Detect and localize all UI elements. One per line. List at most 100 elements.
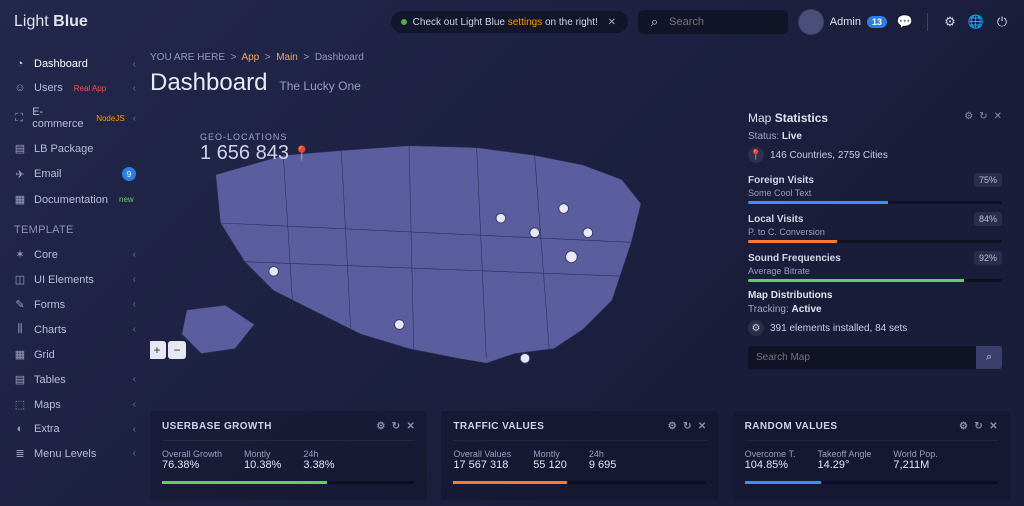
search-map-input[interactable] [748, 346, 976, 369]
sidebar-item-email[interactable]: ✈ Email 9 [0, 161, 150, 187]
gear-icon[interactable]: ⚙ [942, 14, 958, 30]
breadcrumb-main[interactable]: Main [276, 52, 298, 63]
sidebar-item-tables[interactable]: ▤ Tables ‹ [0, 367, 150, 392]
nav-icon: ◫ [14, 273, 26, 286]
sidebar-item-core[interactable]: ✶ Core ‹ [0, 242, 150, 267]
nav-icon: ◐ [14, 423, 26, 435]
user-name: Admin [830, 16, 861, 28]
map-stats-card: Map Statistics ⚙ ↻ ✕ Status: Live 📍 146 … [740, 107, 1010, 397]
gear-icon[interactable]: ⚙ [959, 421, 968, 432]
widget-random-values: RANDOM VALUES ⚙ ↻ ✕ Overcome T.104.85%Ta… [733, 411, 1010, 500]
search-map-button[interactable]: ⌕ [976, 346, 1002, 369]
sidebar-item-label: Dashboard [34, 58, 88, 70]
close-icon[interactable]: ✕ [407, 421, 416, 432]
sidebar-item-lb-package[interactable]: ▤ LB Package [0, 136, 150, 161]
sidebar-item-label: Documentation [34, 194, 108, 206]
brand-logo[interactable]: Light Blue [14, 13, 144, 31]
sidebar-item-documentation[interactable]: ▦ Documentation new [0, 187, 150, 212]
close-icon[interactable]: ✕ [989, 421, 998, 432]
sidebar-item-charts[interactable]: ⫼ Charts ‹ [0, 317, 150, 342]
sidebar-item-label: Email [34, 168, 62, 180]
refresh-icon[interactable]: ↻ [979, 111, 987, 122]
gear-icon[interactable]: ⚙ [668, 421, 677, 432]
page-title: Dashboard The Lucky One [150, 69, 1010, 97]
sidebar-item-grid[interactable]: ▦ Grid [0, 342, 150, 367]
geo-label: GEO-LOCATIONS [200, 132, 310, 142]
stat-label: Montly [244, 449, 281, 459]
stat-label: Overcome T. [745, 449, 796, 459]
sidebar-item-dashboard[interactable]: ◔ Dashboard ‹ [0, 52, 150, 76]
chevron-left-icon: ‹ [133, 274, 136, 285]
nav-icon: ▤ [14, 373, 26, 386]
stat-label: Montly [533, 449, 567, 459]
refresh-icon[interactable]: ↻ [392, 421, 401, 432]
chat-icon[interactable]: 💬 [897, 14, 913, 30]
sidebar-item-forms[interactable]: ✎ Forms ‹ [0, 292, 150, 317]
nav-icon: ☺ [14, 82, 26, 94]
chevron-left-icon: ‹ [133, 299, 136, 310]
zoom-in-button[interactable]: + [150, 341, 166, 359]
sidebar-item-maps[interactable]: ⬚ Maps ‹ [0, 392, 150, 417]
stat-label: World Pop. [893, 449, 937, 459]
sidebar-item-users[interactable]: ☺ Users Real App ‹ [0, 76, 150, 100]
globe-icon[interactable]: 🌐 [968, 14, 984, 30]
user-menu[interactable]: Admin 13 [798, 9, 887, 35]
close-icon[interactable]: ✕ [698, 421, 707, 432]
nav-icon: ⫼ [14, 323, 26, 336]
gear-icon[interactable]: ⚙ [376, 421, 385, 432]
widget-userbase-growth: USERBASE GROWTH ⚙ ↻ ✕ Overall Growth76.3… [150, 411, 427, 500]
refresh-icon[interactable]: ↻ [974, 421, 983, 432]
nav-icon: ◔ [14, 58, 26, 70]
gear-icon[interactable]: ⚙ [964, 111, 973, 122]
nav-tag: Real App [74, 84, 106, 93]
sidebar-item-label: Core [34, 249, 58, 261]
widget-title: RANDOM VALUES [745, 421, 838, 432]
sidebar-item-label: LB Package [34, 143, 93, 155]
avatar [798, 9, 824, 35]
stat-label: 24h [303, 449, 334, 459]
locations-count: 146 Countries, 2759 Cities [770, 150, 888, 161]
global-search[interactable]: ⌕ [638, 10, 788, 34]
refresh-icon[interactable]: ↻ [683, 421, 692, 432]
sidebar-item-label: Users [34, 82, 63, 94]
breadcrumb-app[interactable]: App [241, 52, 259, 63]
nav-icon: ✈ [14, 168, 26, 181]
sidebar-section-template: TEMPLATE [0, 212, 150, 242]
chevron-left-icon: ‹ [133, 448, 136, 459]
sidebar-item-ui-elements[interactable]: ◫ UI Elements ‹ [0, 267, 150, 292]
stat-label: Overall Growth [162, 449, 222, 459]
promo-settings-link[interactable]: settings [508, 17, 542, 28]
power-icon[interactable]: ⏻ [994, 14, 1010, 30]
elements-installed: 391 elements installed, 84 sets [770, 323, 907, 334]
stat-value: 7,211M [893, 459, 937, 471]
close-icon[interactable]: ✕ [994, 111, 1002, 122]
nav-icon: ⛶ [14, 112, 24, 125]
usa-map[interactable]: GEO-LOCATIONS 1 656 843 📍 [150, 107, 726, 397]
promo-banner: Check out Light Blue settings on the rig… [391, 11, 628, 33]
chevron-left-icon: ‹ [133, 374, 136, 385]
sidebar-item-extra[interactable]: ◐ Extra ‹ [0, 417, 150, 441]
sidebar-item-menu-levels[interactable]: ≣ Menu Levels ‹ [0, 441, 150, 466]
brand-bold: Blue [53, 13, 88, 30]
sidebar-item-label: Extra [34, 423, 60, 435]
stat-value: 9 695 [589, 459, 617, 471]
gear-icon: ⚙ [748, 320, 764, 336]
nav-icon: ✶ [14, 248, 26, 261]
promo-close-button[interactable]: ✕ [604, 14, 620, 30]
chevron-left-icon: ‹ [133, 59, 136, 70]
sidebar-item-label: Charts [34, 324, 66, 336]
stat-value: 76.38% [162, 459, 222, 471]
breadcrumb: YOU ARE HERE > App > Main > Dashboard [150, 52, 1010, 63]
chevron-left-icon: ‹ [133, 113, 136, 124]
sidebar-item-e-commerce[interactable]: ⛶ E-commerce NodeJS ‹ [0, 100, 150, 136]
zoom-out-button[interactable]: − [168, 341, 186, 359]
stat-value: 104.85% [745, 459, 796, 471]
stat-label: Overall Values [453, 449, 511, 459]
chevron-left-icon: ‹ [133, 83, 136, 94]
nav-badge: 9 [122, 167, 136, 181]
search-input[interactable] [669, 16, 778, 28]
stat-value: 10.38% [244, 459, 281, 471]
sidebar-item-label: Menu Levels [34, 448, 96, 460]
stat-value: 14.29° [818, 459, 872, 471]
nav-icon: ▦ [14, 193, 26, 206]
